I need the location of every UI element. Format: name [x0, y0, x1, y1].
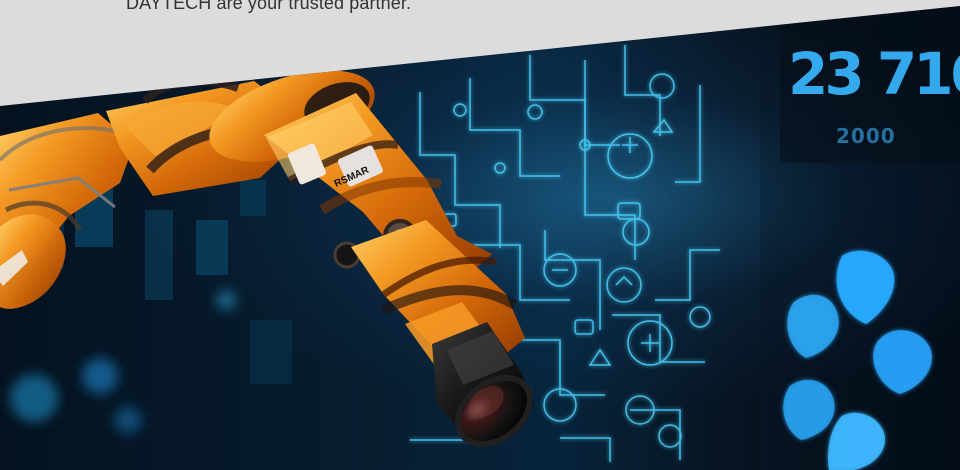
robotics-hero-page: DAYTECH are your trusted partner. 23 71 … [0, 0, 960, 470]
robot-lens [432, 322, 534, 448]
counter-main-number: 23 716 [788, 40, 960, 108]
intro-text: DAYTECH are your trusted partner. [126, 0, 412, 13]
robot-arm-icon: RSMAR [0, 70, 534, 448]
counter-secondary-number: 2000 [836, 124, 896, 148]
